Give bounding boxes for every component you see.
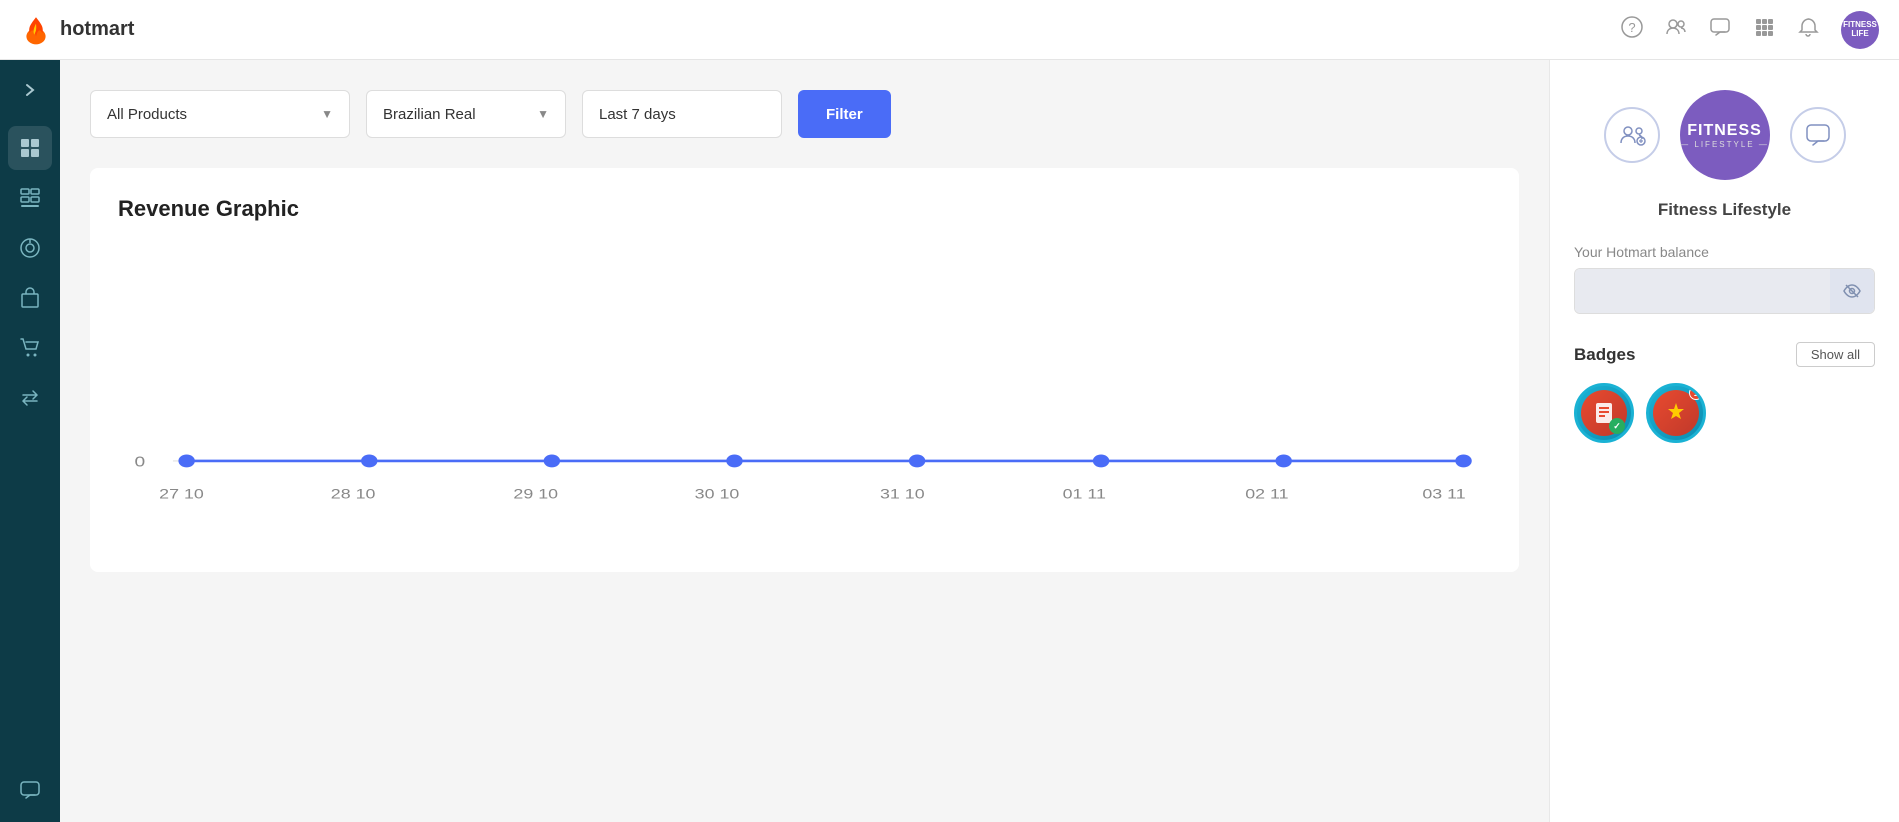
currency-dropdown[interactable]: Brazilian Real ▼ bbox=[366, 90, 566, 138]
sidebar-item-products[interactable] bbox=[8, 176, 52, 220]
balance-visibility-toggle[interactable] bbox=[1830, 269, 1874, 313]
sidebar-item-dashboard[interactable] bbox=[8, 126, 52, 170]
bell-icon[interactable] bbox=[1797, 16, 1819, 44]
badges-header: Badges Show all bbox=[1574, 342, 1875, 367]
svg-text:29 10: 29 10 bbox=[513, 487, 558, 502]
svg-text:0: 0 bbox=[134, 452, 145, 469]
product-logo[interactable]: FITNESS — LIFESTYLE — bbox=[1680, 90, 1770, 180]
svg-text:31 10: 31 10 bbox=[880, 487, 925, 502]
svg-text:01 11: 01 11 bbox=[1063, 487, 1106, 502]
badge-item-2[interactable]: 1 bbox=[1646, 383, 1706, 443]
badges-title: Badges bbox=[1574, 345, 1635, 365]
sidebar-toggle[interactable] bbox=[10, 70, 50, 110]
apps-grid-icon[interactable] bbox=[1753, 16, 1775, 44]
date-range-input[interactable]: Last 7 days bbox=[582, 90, 782, 138]
settings-users-icon-btn[interactable] bbox=[1604, 107, 1660, 163]
svg-text:?: ? bbox=[1628, 20, 1635, 35]
balance-row bbox=[1574, 268, 1875, 314]
sidebar bbox=[0, 60, 60, 822]
chart-container: Revenue Graphic 0 bbox=[90, 168, 1519, 572]
svg-text:03 11: 03 11 bbox=[1422, 487, 1465, 502]
balance-section: Your Hotmart balance bbox=[1574, 244, 1875, 314]
avatar[interactable]: FITNESS LIFE bbox=[1841, 11, 1879, 49]
content-area: All Products ▼ Brazilian Real ▼ Last 7 d… bbox=[60, 60, 1899, 822]
date-range-label: Last 7 days bbox=[599, 106, 676, 123]
revenue-chart-svg: 0 27 1 bbox=[118, 252, 1491, 552]
sidebar-item-messages[interactable] bbox=[8, 768, 52, 812]
logo[interactable]: hotmart bbox=[20, 14, 134, 46]
balance-label: Your Hotmart balance bbox=[1574, 244, 1875, 260]
filter-button[interactable]: Filter bbox=[798, 90, 891, 138]
badges-section: Badges Show all ✓ bbox=[1574, 342, 1875, 443]
chat-icon[interactable] bbox=[1709, 16, 1731, 44]
right-panel-top-icons: FITNESS — LIFESTYLE — bbox=[1604, 90, 1846, 180]
chart-area: 0 27 1 bbox=[118, 252, 1491, 552]
main-panel: All Products ▼ Brazilian Real ▼ Last 7 d… bbox=[60, 60, 1549, 822]
sidebar-item-box[interactable] bbox=[8, 276, 52, 320]
main-layout: All Products ▼ Brazilian Real ▼ Last 7 d… bbox=[0, 60, 1899, 822]
sidebar-item-transfers[interactable] bbox=[8, 376, 52, 420]
filters-row: All Products ▼ Brazilian Real ▼ Last 7 d… bbox=[90, 90, 1519, 138]
badges-row: ✓ 1 bbox=[1574, 383, 1875, 443]
product-logo-line1: FITNESS bbox=[1687, 121, 1762, 140]
products-dropdown-label: All Products bbox=[107, 106, 187, 123]
currency-chevron-icon: ▼ bbox=[537, 107, 549, 121]
badge-count: 1 bbox=[1689, 386, 1703, 400]
topnav-icons-group: ? FITNESS LIFE bbox=[1621, 11, 1879, 49]
products-dropdown[interactable]: All Products ▼ bbox=[90, 90, 350, 138]
svg-text:02 11: 02 11 bbox=[1245, 487, 1288, 502]
badge-check-icon: ✓ bbox=[1609, 418, 1625, 434]
badge-item-1[interactable]: ✓ bbox=[1574, 383, 1634, 443]
help-icon[interactable]: ? bbox=[1621, 16, 1643, 44]
logo-text: hotmart bbox=[60, 18, 134, 41]
show-all-badges-button[interactable]: Show all bbox=[1796, 342, 1875, 367]
user-group-icon[interactable] bbox=[1665, 16, 1687, 44]
product-name: Fitness Lifestyle bbox=[1658, 200, 1791, 220]
avatar-text: FITNESS LIFE bbox=[1841, 21, 1879, 39]
sidebar-item-analytics[interactable] bbox=[8, 226, 52, 270]
top-navigation: hotmart ? F bbox=[0, 0, 1899, 60]
products-chevron-icon: ▼ bbox=[321, 107, 333, 121]
sidebar-item-cart[interactable] bbox=[8, 326, 52, 370]
product-logo-line2: — LIFESTYLE — bbox=[1680, 140, 1769, 149]
svg-text:27 10: 27 10 bbox=[159, 487, 204, 502]
flame-icon bbox=[20, 14, 52, 46]
svg-text:30 10: 30 10 bbox=[695, 487, 740, 502]
chart-title: Revenue Graphic bbox=[118, 196, 1491, 222]
svg-text:28 10: 28 10 bbox=[331, 487, 376, 502]
right-panel: FITNESS — LIFESTYLE — Fitness Lifestyle … bbox=[1549, 60, 1899, 822]
balance-value bbox=[1575, 269, 1830, 313]
chat-support-icon-btn[interactable] bbox=[1790, 107, 1846, 163]
currency-dropdown-label: Brazilian Real bbox=[383, 106, 476, 123]
